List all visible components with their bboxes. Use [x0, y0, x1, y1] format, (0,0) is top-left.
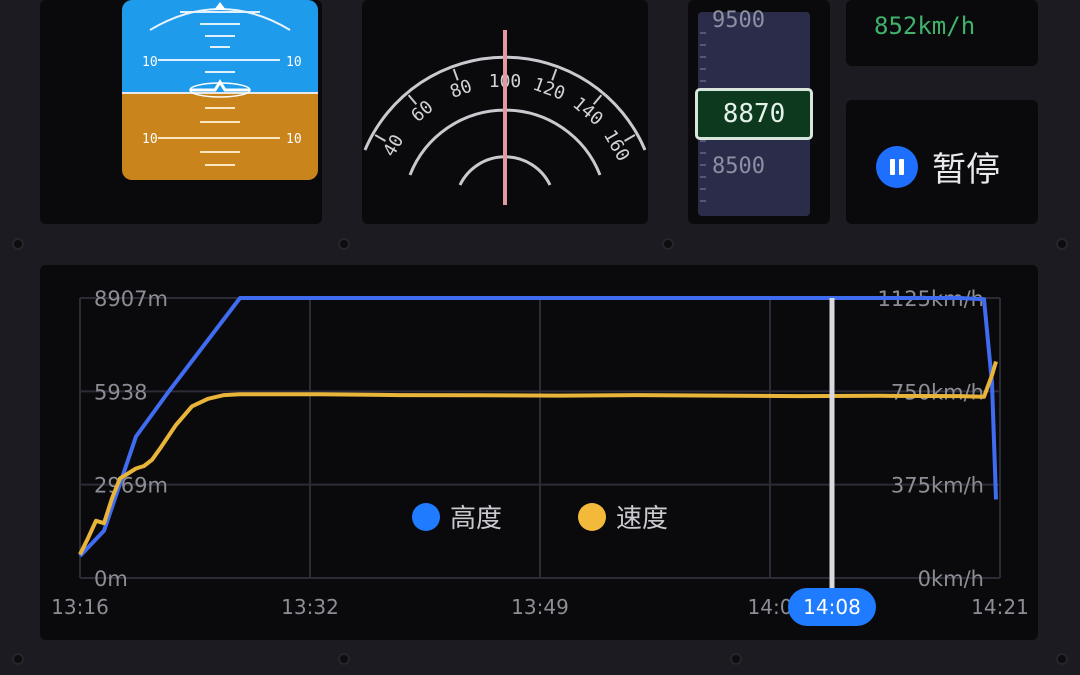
- dial-tick-label: 40: [379, 131, 408, 160]
- heading-panel: 406080100120140160: [362, 0, 648, 224]
- altitude-upper-label: 9500: [712, 8, 765, 33]
- altitude-panel: 9500 8500 8870: [688, 0, 830, 224]
- pitch-label-ground-left: 10: [142, 132, 158, 147]
- screw: [338, 653, 350, 665]
- pause-label: 暂停: [932, 150, 1000, 190]
- speed-legend-label: 速度: [616, 504, 669, 534]
- screw: [12, 238, 24, 250]
- heading-dial: 406080100120140160: [363, 30, 647, 205]
- altitude-legend-label: 高度: [450, 504, 503, 534]
- dial-tick-label: 120: [530, 74, 568, 105]
- screw: [1056, 653, 1068, 665]
- dial-tick-label: 140: [568, 93, 606, 130]
- altitude-legend-dot: [412, 502, 440, 531]
- pause-icon: [876, 145, 918, 188]
- pause-button[interactable]: 暂停: [876, 142, 1000, 191]
- altitude-current-box: 8870: [695, 88, 813, 140]
- playback-panel: 暂停: [846, 100, 1038, 224]
- speed-value: 852km/h: [874, 12, 976, 40]
- attitude-panel: 10 10 10 10: [40, 0, 322, 224]
- dial-tick-label: 60: [407, 97, 437, 127]
- pitch-label-sky-left: 10: [142, 55, 158, 70]
- screw: [730, 653, 742, 665]
- cursor-time-badge[interactable]: 14:08: [788, 588, 876, 626]
- legend-altitude[interactable]: 高度: [412, 498, 502, 535]
- dial-tick-label: 160: [599, 126, 633, 165]
- speed-legend-dot: [578, 502, 606, 531]
- screw: [662, 238, 674, 250]
- dial-tick-label: 80: [447, 76, 475, 103]
- attitude-indicator: 10 10 10 10: [122, 0, 318, 180]
- pitch-label-sky-right: 10: [286, 55, 302, 70]
- pitch-label-ground-right: 10: [286, 132, 302, 147]
- screw: [338, 238, 350, 250]
- legend-speed[interactable]: 速度: [578, 498, 668, 535]
- chart-panel: [40, 265, 1038, 640]
- screw: [12, 653, 24, 665]
- altitude-lower-label: 8500: [712, 154, 765, 179]
- screw: [1056, 238, 1068, 250]
- speed-panel: 852km/h: [846, 0, 1038, 66]
